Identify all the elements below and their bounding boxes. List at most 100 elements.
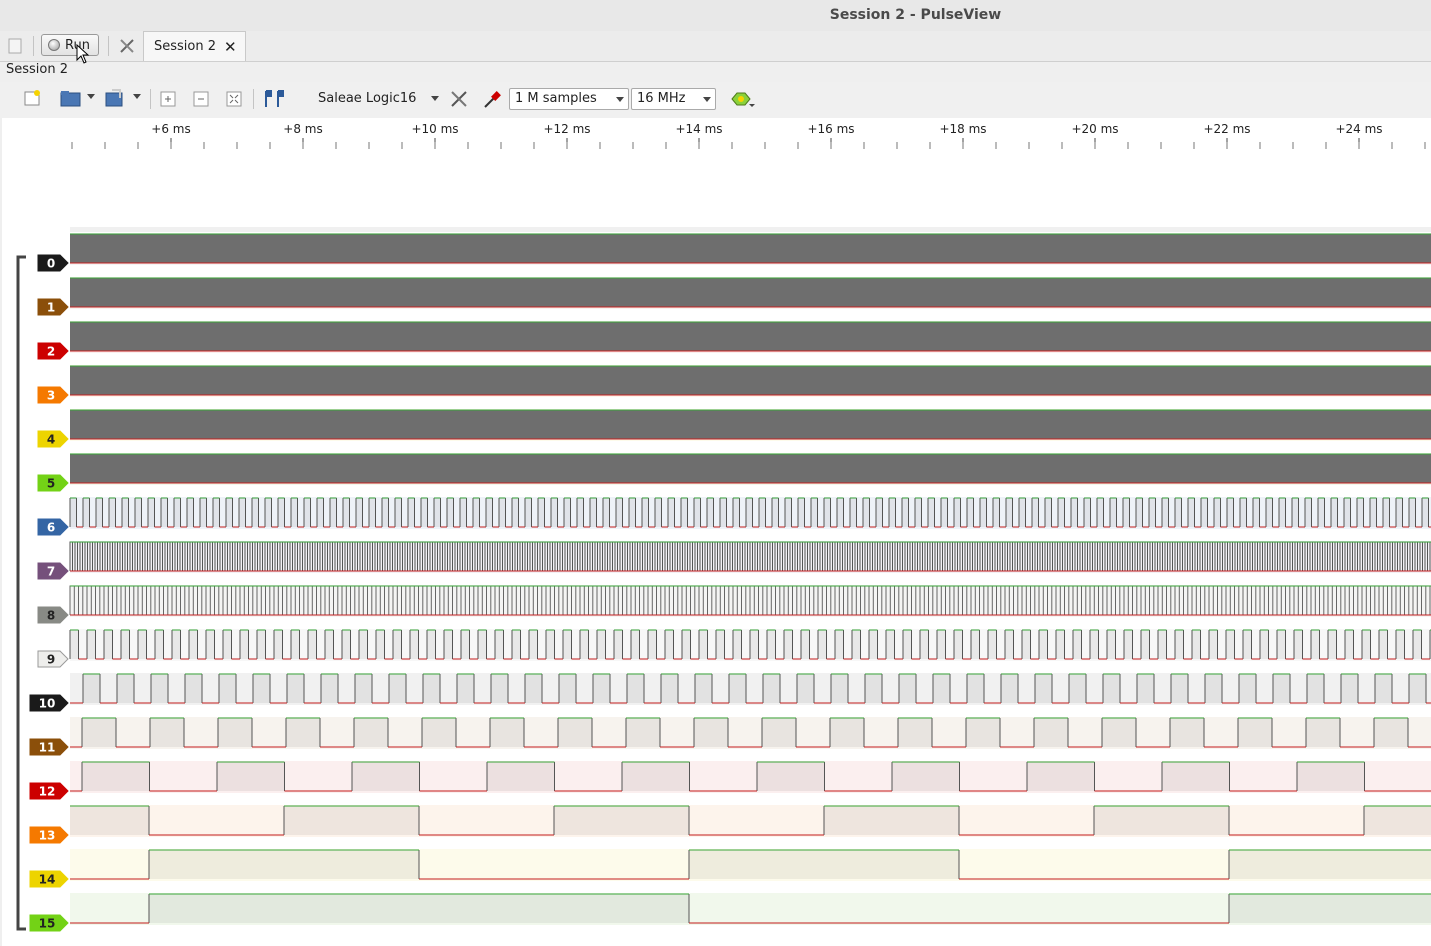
channel-7-label[interactable]: 7 — [37, 562, 69, 580]
signal-high-fill — [149, 894, 689, 923]
signal-high-fill — [135, 498, 142, 527]
channel-12-label[interactable]: 12 — [29, 782, 69, 800]
channel-14-row[interactable] — [70, 849, 1431, 881]
signal-high-fill — [1136, 498, 1143, 527]
signal-high-fill — [499, 498, 506, 527]
signal-high-fill — [1253, 498, 1260, 527]
channel-1-label[interactable]: 1 — [37, 298, 69, 316]
open-dropdown-icon[interactable] — [86, 92, 96, 102]
channel-6-label[interactable]: 6 — [37, 518, 69, 536]
signal-high-fill — [689, 850, 959, 879]
channel-2-label[interactable]: 2 — [37, 342, 69, 360]
signal-high-fill — [1357, 498, 1364, 527]
channel-14-label[interactable]: 14 — [29, 870, 69, 888]
channel-0-label[interactable]: 0 — [37, 254, 69, 272]
signal-high-fill — [343, 498, 350, 527]
signal-high-fill — [342, 630, 351, 659]
channel-3-row[interactable] — [70, 365, 1431, 397]
channel-3-label[interactable]: 3 — [37, 386, 69, 404]
signal-high-fill — [954, 498, 961, 527]
tab-session-2-label: Session 2 — [154, 39, 217, 54]
channel-7-row[interactable] — [69, 541, 1431, 573]
run-button[interactable]: Run — [41, 34, 99, 56]
signal-high-fill — [447, 498, 454, 527]
probe-icon[interactable] — [481, 88, 503, 110]
channel-2-row[interactable] — [70, 321, 1431, 353]
channel-9-row[interactable] — [69, 629, 1431, 661]
channel-11-row[interactable] — [70, 717, 1431, 749]
channel-13-row[interactable] — [70, 805, 1431, 837]
channel-12-row[interactable] — [70, 761, 1431, 793]
signal-high-fill — [797, 674, 814, 703]
signal-high-fill — [954, 630, 963, 659]
channel-9-label[interactable]: 9 — [37, 650, 69, 668]
signal-high-fill — [682, 630, 691, 659]
signal-high-fill — [491, 674, 508, 703]
cursors-icon[interactable] — [262, 88, 286, 110]
channel-1-row[interactable] — [70, 277, 1431, 309]
tab-session-2[interactable]: Session 2 ✕ — [143, 31, 246, 61]
signal-high-fill — [967, 498, 974, 527]
new-session-icon[interactable] — [6, 37, 24, 55]
signal-high-fill — [1006, 498, 1013, 527]
close-icon[interactable]: ✕ — [224, 38, 237, 56]
save-dropdown-icon[interactable] — [132, 92, 142, 102]
signal-high-fill — [1123, 498, 1130, 527]
signal-high-fill — [941, 498, 948, 527]
signal-high-fill — [512, 630, 521, 659]
open-folder-icon[interactable] — [60, 88, 82, 108]
channel-13-label[interactable]: 13 — [29, 826, 69, 844]
signal-high-fill — [1294, 630, 1303, 659]
channel-group-bracket[interactable] — [16, 255, 26, 931]
channel-8-label[interactable]: 8 — [37, 606, 69, 624]
signal-high-fill — [117, 674, 134, 703]
channel-10-label[interactable]: 10 — [29, 694, 69, 712]
signal-high-fill — [1019, 498, 1026, 527]
signal-high-fill — [824, 806, 959, 835]
tab-bar: Run Session 2 ✕ — [0, 31, 1431, 64]
signal-high-fill — [1034, 718, 1068, 747]
signal-high-fill — [421, 498, 428, 527]
channel-6-row[interactable] — [69, 497, 1431, 529]
signal-high-fill — [818, 630, 827, 659]
signal-high-fill — [988, 630, 997, 659]
signal-high-fill — [1379, 630, 1388, 659]
device-config-icon[interactable] — [448, 88, 470, 110]
zoom-fit-icon[interactable] — [224, 89, 244, 109]
signal-high-fill — [354, 718, 388, 747]
channel-11-label[interactable]: 11 — [29, 738, 69, 756]
channel-0-row[interactable] — [70, 233, 1431, 265]
signal-high-fill — [1141, 630, 1150, 659]
signal-high-fill — [422, 718, 456, 747]
signal-high-fill — [850, 498, 857, 527]
signal-high-fill — [1103, 674, 1120, 703]
signal-high-fill — [750, 630, 759, 659]
signal-high-fill — [1073, 630, 1082, 659]
settings-tools-icon[interactable] — [117, 36, 137, 56]
trace-canvas[interactable]: +6 ms +8 ms +10 ms +12 ms +14 ms +16 ms +18 ms… — [2, 118, 1431, 946]
channel-10-row[interactable] — [70, 673, 1431, 705]
device-selector-label[interactable]: Saleae Logic16 — [318, 91, 416, 106]
channel-4-label[interactable]: 4 — [37, 430, 69, 448]
signal-high-fill — [1279, 498, 1286, 527]
save-export-icon[interactable] — [104, 88, 126, 108]
device-dropdown-icon[interactable] — [431, 96, 439, 101]
signal-high-fill — [648, 630, 657, 659]
channel-4-row[interactable] — [70, 409, 1431, 441]
channel-label-text: 10 — [39, 697, 56, 711]
channel-15-label[interactable]: 15 — [29, 914, 69, 932]
channel-15-row[interactable] — [70, 893, 1431, 925]
zoom-out-icon[interactable] — [191, 89, 211, 109]
samplerate-select[interactable]: 16 MHz — [631, 88, 716, 110]
ruler-tick-label: +8 ms — [283, 122, 322, 136]
add-decoder-icon[interactable] — [729, 88, 755, 110]
sample-count-select[interactable]: 1 M samples — [509, 88, 629, 110]
zoom-in-icon[interactable] — [158, 89, 178, 109]
channel-5-row[interactable] — [70, 453, 1431, 485]
channel-5-label[interactable]: 5 — [37, 474, 69, 492]
channel-8-row[interactable] — [69, 585, 1431, 617]
signal-high-fill — [1375, 674, 1392, 703]
new-file-icon[interactable] — [22, 88, 42, 108]
trace-view[interactable]: +6 ms +8 ms +10 ms +12 ms +14 ms +16 ms +18 ms… — [2, 118, 1431, 946]
signal-high-fill — [1364, 806, 1431, 835]
